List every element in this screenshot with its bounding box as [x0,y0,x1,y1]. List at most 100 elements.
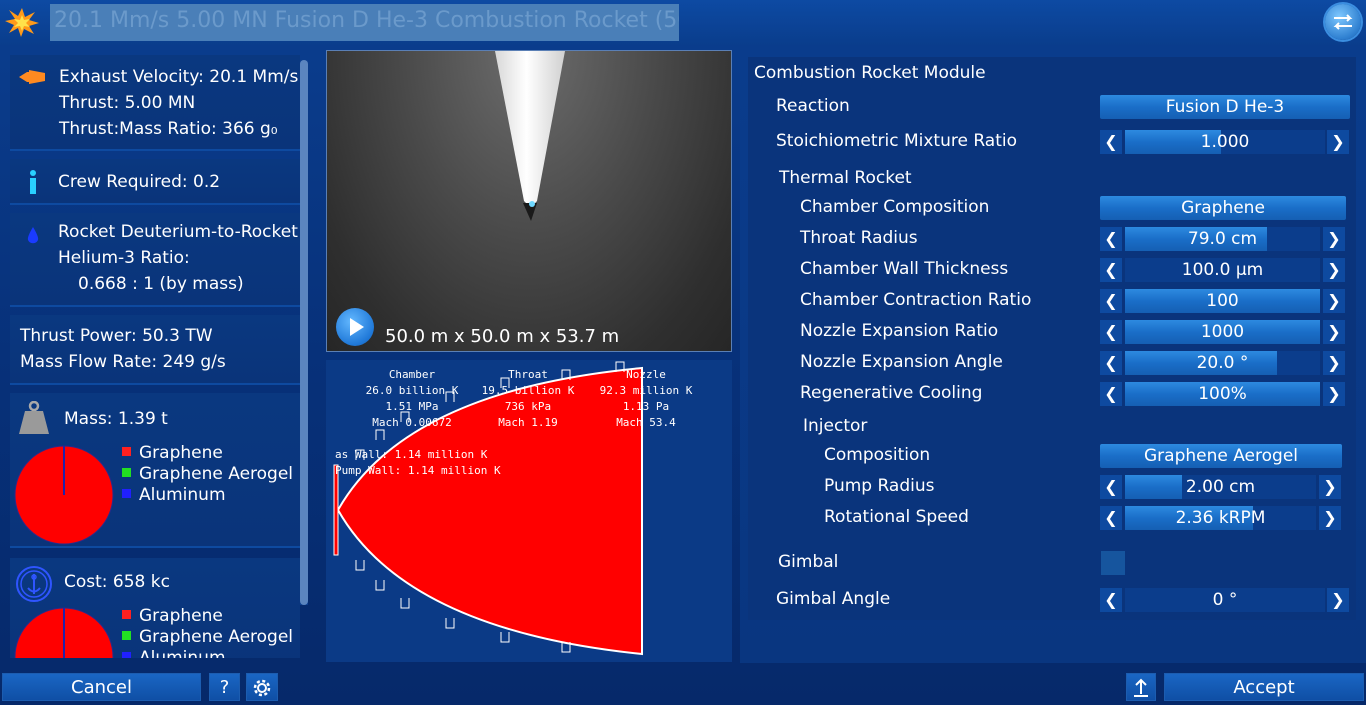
stoich-value: 1.000 [1200,132,1250,152]
accept-button[interactable]: Accept [1164,673,1364,701]
injector-title: Injector [803,416,868,436]
cost-card: Cost: 658 kc Graphene Graphene Aerogel A… [10,558,300,658]
expansion-angle-decrease-button[interactable]: ❮ [1100,351,1122,375]
swap-arrows-icon[interactable] [1325,4,1361,40]
legend-swatch [122,631,131,640]
power-card: Thrust Power: 50.3 TW Mass Flow Rate: 24… [10,315,300,385]
thermal-rocket-title: Thermal Rocket [779,168,912,188]
mass-pie-chart [14,445,114,545]
regen-cooling-slider[interactable]: 100% [1125,382,1320,406]
throat-radius-slider[interactable]: 79.0 cm [1125,227,1320,251]
expansion-angle-slider[interactable]: 20.0 ° [1125,351,1320,375]
wall-thickness-slider[interactable]: 100.0 μm [1125,258,1320,282]
stoich-slider[interactable]: 1.000 [1125,130,1325,154]
throat-label: Throat [508,368,548,381]
crew-card: Crew Required: 0.2 [10,159,300,205]
wall-thickness-label: Chamber Wall Thickness [800,259,1009,279]
model-dimensions: 50.0 m x 50.0 m x 53.7 m [385,326,620,347]
expansion-ratio-decrease-button[interactable]: ❮ [1100,320,1122,344]
gimbal-angle-slider[interactable]: 0 ° [1125,588,1325,612]
reaction-label: Reaction [776,96,850,116]
fuel-ratio-line2: Helium-3 Ratio: [58,248,190,268]
mass-flow-rate: Mass Flow Rate: 249 g/s [20,352,226,372]
throat-temperature: 19.5 billion K [482,384,575,397]
mass-value: Mass: 1.39 t [64,409,168,429]
cost-legend-aluminum: Aluminum [122,648,226,658]
engine-icon [19,70,45,84]
wall-thickness-value: 100.0 μm [1181,260,1264,280]
help-button[interactable]: ? [209,673,240,701]
gimbal-angle-decrease-button[interactable]: ❮ [1100,588,1122,612]
gimbal-angle-increase-button[interactable]: ❯ [1327,588,1349,612]
fuel-ratio-value: 0.668 : 1 (by mass) [78,274,244,294]
upload-icon [1134,678,1148,697]
performance-card: Exhaust Velocity: 20.1 Mm/s Thrust: 5.00… [10,55,300,151]
wall-thickness-decrease-button[interactable]: ❮ [1100,258,1122,282]
rotational-speed-decrease-button[interactable]: ❮ [1100,506,1122,530]
expansion-ratio-increase-button[interactable]: ❯ [1323,320,1345,344]
contraction-ratio-slider[interactable]: 100 [1125,289,1320,313]
reaction-selector[interactable]: Fusion D He-3 [1100,95,1350,119]
regen-cooling-decrease-button[interactable]: ❮ [1100,382,1122,406]
nozzle-cross-section-diagram: Chamber 26.0 billion K 1.51 MPa Mach 0.0… [326,360,732,662]
droplet-icon [27,227,39,244]
regen-cooling-value: 100% [1198,384,1247,404]
expansion-ratio-value: 1000 [1200,322,1245,342]
mass-legend-aerogel: Graphene Aerogel [122,464,293,484]
design-name-input[interactable]: 20.1 Mm/s 5.00 MN Fusion D He-3 Combusti… [50,4,679,41]
stoich-decrease-button[interactable]: ❮ [1100,130,1122,154]
expansion-angle-increase-button[interactable]: ❯ [1323,351,1345,375]
stoich-increase-button[interactable]: ❯ [1327,130,1349,154]
chamber-temperature: 26.0 billion K [366,384,459,397]
module-title: Combustion Rocket Module [754,63,986,83]
fuel-ratio-card: Rocket Deuterium-to-Rocket Helium-3 Rati… [10,213,300,307]
rotational-speed-increase-button[interactable]: ❯ [1319,506,1341,530]
mass-legend-graphene: Graphene [122,443,223,463]
throat-radius-decrease-button[interactable]: ❮ [1100,227,1122,251]
throat-radius-label: Throat Radius [800,228,918,248]
thrust-mass-ratio: Thrust:Mass Ratio: 366 g₀ [59,119,278,139]
export-button[interactable] [1126,673,1156,701]
pump-radius-slider[interactable]: 2.00 cm [1125,475,1316,499]
play-icon[interactable] [336,308,374,346]
pump-radius-decrease-button[interactable]: ❮ [1100,475,1122,499]
contraction-ratio-increase-button[interactable]: ❯ [1323,289,1345,313]
rotational-speed-slider[interactable]: 2.36 kRPM [1125,506,1316,530]
regen-cooling-label: Regenerative Cooling [800,383,983,403]
contraction-ratio-decrease-button[interactable]: ❮ [1100,289,1122,313]
rotational-speed-value: 2.36 kRPM [1175,508,1266,528]
legend-swatch [122,447,131,456]
rocket-3d-view[interactable]: 50.0 m x 50.0 m x 53.7 m [326,50,732,352]
wall-thickness-increase-button[interactable]: ❯ [1323,258,1345,282]
pump-radius-increase-button[interactable]: ❯ [1319,475,1341,499]
mass-legend-aluminum: Aluminum [122,485,226,505]
stoich-label: Stoichiometric Mixture Ratio [776,131,1017,151]
legend-swatch [122,652,131,658]
cost-pie-chart [14,607,114,658]
cancel-button[interactable]: Cancel [2,673,201,701]
summary-scrollbar-thumb[interactable] [300,60,308,605]
pump-wall-temperature: Pump Wall: 1.14 million K [335,464,501,477]
cost-legend-graphene: Graphene [122,606,223,626]
coin-icon [16,566,52,602]
gimbal-checkbox[interactable] [1101,551,1125,575]
legend-swatch [122,610,131,619]
mass-card: Mass: 1.39 t Graphene Graphene Aerogel A… [10,393,300,548]
regen-cooling-increase-button[interactable]: ❯ [1323,382,1345,406]
crew-required: Crew Required: 0.2 [58,172,221,192]
throat-radius-increase-button[interactable]: ❯ [1323,227,1345,251]
injector-composition-selector[interactable]: Graphene Aerogel [1100,444,1342,468]
cost-value: Cost: 658 kc [64,572,170,592]
exhaust-velocity: Exhaust Velocity: 20.1 Mm/s [59,67,299,87]
gimbal-angle-value: 0 ° [1212,590,1238,610]
expansion-ratio-slider[interactable]: 1000 [1125,320,1320,344]
nozzle-pressure: 1.13 Pa [623,400,669,413]
gas-wall-temperature: as Wall: 1.14 million K [335,448,488,461]
pump-radius-label: Pump Radius [824,476,935,496]
explosion-icon [5,8,39,37]
chamber-composition-selector[interactable]: Graphene [1100,196,1346,220]
legend-swatch [122,489,131,498]
settings-button[interactable] [246,673,278,701]
nozzle-mach: Mach 53.4 [616,416,676,429]
weight-icon [19,401,49,434]
